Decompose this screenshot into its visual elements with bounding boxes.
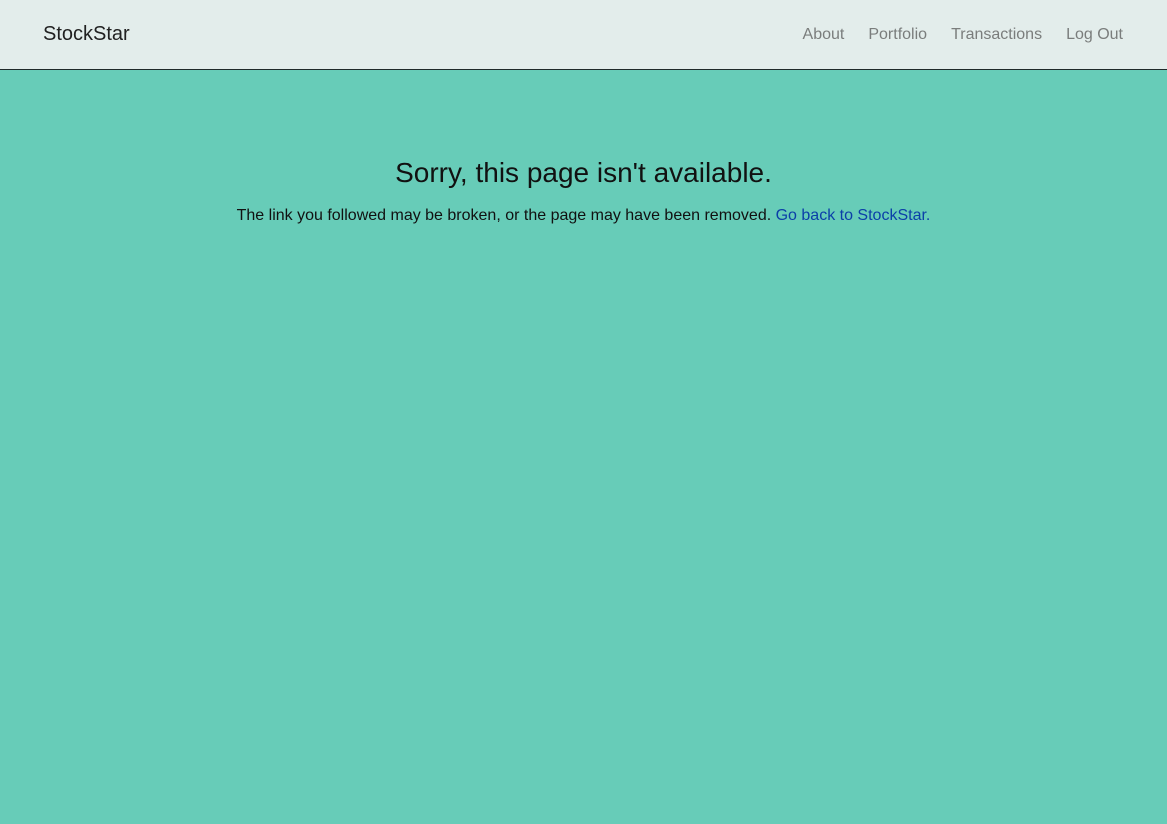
error-message-line: The link you followed may be broken, or … [0, 205, 1167, 227]
back-to-home-link[interactable]: Go back to StockStar. [776, 207, 931, 224]
error-message: The link you followed may be broken, or … [236, 207, 772, 224]
nav-link-log-out[interactable]: Log Out [1066, 26, 1123, 44]
navbar: StockStar About Portfolio Transactions L… [0, 0, 1167, 70]
nav-link-about[interactable]: About [803, 26, 845, 44]
error-content: Sorry, this page isn't available. The li… [0, 155, 1167, 227]
nav-links: About Portfolio Transactions Log Out [803, 24, 1123, 46]
nav-link-transactions[interactable]: Transactions [951, 26, 1042, 44]
nav-link-portfolio[interactable]: Portfolio [868, 26, 927, 44]
error-title: Sorry, this page isn't available. [395, 157, 772, 188]
brand-link[interactable]: StockStar [43, 21, 130, 47]
